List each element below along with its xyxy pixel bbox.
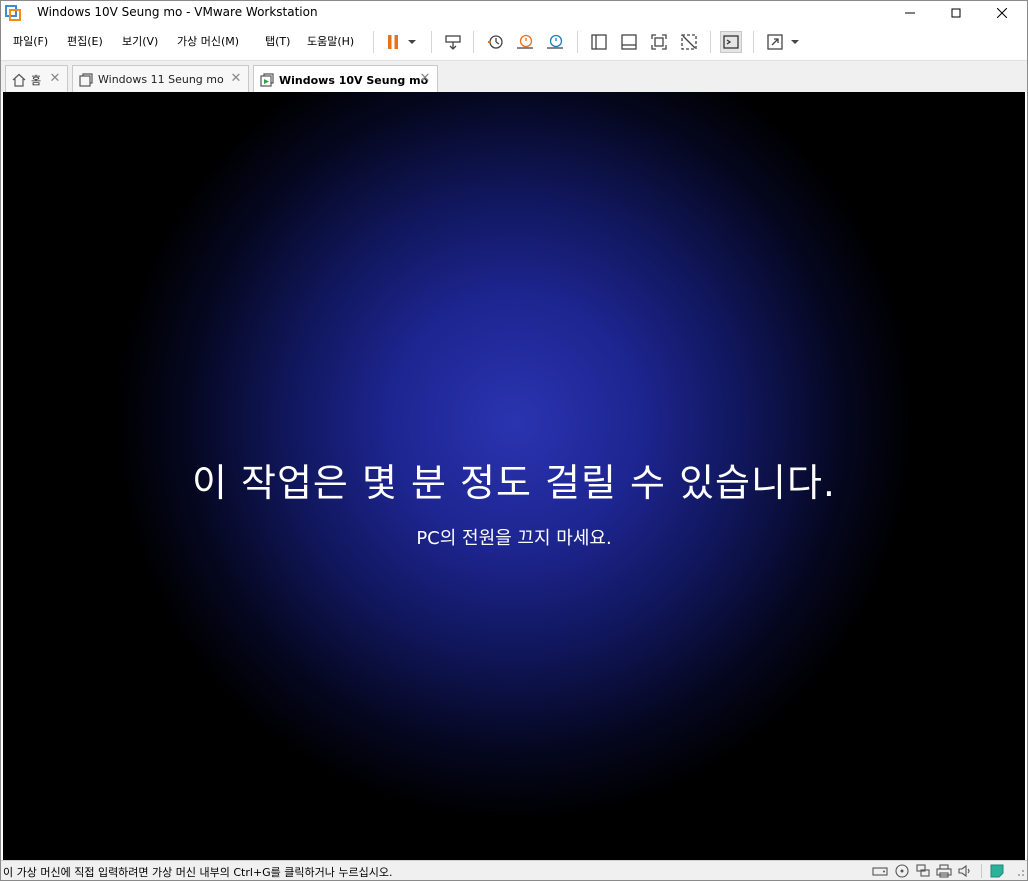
network-adapter-icon[interactable] [915, 864, 931, 878]
vm-console[interactable]: 이 작업은 몇 분 정도 걸릴 수 있습니다. PC의 전원을 끄지 마세요. [3, 92, 1025, 860]
close-icon[interactable]: ✕ [49, 72, 61, 85]
sound-card-icon[interactable] [957, 864, 973, 878]
vmware-app-icon [5, 5, 21, 21]
pause-icon[interactable] [382, 31, 404, 53]
tab-label: Windows 10V Seung mo [279, 73, 429, 87]
status-separator [981, 864, 982, 878]
menu-help[interactable]: 도움말(H) [307, 33, 354, 49]
status-bar: 이 가상 머신에 직접 입력하려면 가상 머신 내부의 Ctrl+G를 클릭하거… [1, 860, 1027, 880]
toolbar-separator [373, 31, 374, 53]
close-icon[interactable]: ✕ [419, 72, 431, 85]
power-dropdown-chevron-icon[interactable] [404, 31, 420, 53]
tab-label: Windows 11 Seung mo [98, 73, 224, 86]
tab-home[interactable]: 홈 ✕ [5, 65, 68, 93]
printer-icon[interactable] [936, 864, 952, 878]
close-button[interactable] [979, 1, 1025, 25]
minimize-button[interactable] [887, 1, 933, 25]
vmware-window: Windows 10V Seung mo - VMware Workstatio… [0, 0, 1028, 881]
message-log-icon[interactable] [989, 864, 1005, 878]
toolbar-separator [577, 31, 578, 53]
tab-label: 홈 [31, 73, 42, 87]
toolbar-separator [710, 31, 711, 53]
vm-update-subheading: PC의 전원을 끄지 마세요. [416, 528, 612, 549]
stretch-guest-icon[interactable] [764, 31, 786, 53]
full-screen-icon[interactable] [648, 31, 670, 53]
show-thumbnail-bar-icon[interactable] [618, 31, 640, 53]
menu-file[interactable]: 파일(F) [13, 33, 48, 49]
window-title: Windows 10V Seung mo - VMware Workstatio… [37, 5, 318, 19]
cd-dvd-icon[interactable] [894, 864, 910, 878]
snapshot-manager-icon[interactable] [544, 31, 566, 53]
tab-windows-11[interactable]: Windows 11 Seung mo ✕ [72, 65, 249, 93]
unity-mode-icon[interactable] [678, 31, 700, 53]
menu-edit[interactable]: 편집(E) [67, 33, 103, 49]
status-message: 이 가상 머신에 직접 입력하려면 가상 머신 내부의 Ctrl+G를 클릭하거… [3, 866, 393, 879]
toolbar-separator [473, 31, 474, 53]
hard-disk-icon[interactable] [872, 864, 888, 878]
toolbar-separator [431, 31, 432, 53]
home-icon [12, 73, 26, 87]
maximize-button[interactable] [933, 1, 979, 25]
tab-windows-10v[interactable]: Windows 10V Seung mo ✕ [253, 65, 438, 94]
send-ctrl-alt-del-icon[interactable] [442, 31, 464, 53]
revert-snapshot-icon[interactable] [514, 31, 536, 53]
close-icon[interactable]: ✕ [230, 72, 242, 85]
toolbar-separator [753, 31, 754, 53]
vm-icon [79, 72, 93, 87]
take-snapshot-icon[interactable] [484, 31, 506, 53]
stretch-dropdown-chevron-icon[interactable] [787, 31, 803, 53]
show-library-icon[interactable] [588, 31, 610, 53]
vm-update-heading: 이 작업은 몇 분 정도 걸릴 수 있습니다. [191, 461, 837, 505]
menu-toolbar: 파일(F) 편집(E) 보기(V) 가상 머신(M) 탭(T) 도움말(H) [1, 27, 1027, 57]
tab-strip: 홈 ✕ Windows 11 Seung mo ✕ Windows 10V Se… [1, 60, 1027, 94]
console-view-icon[interactable] [720, 31, 742, 53]
vm-running-icon [260, 73, 274, 87]
title-bar: Windows 10V Seung mo - VMware Workstatio… [1, 1, 1027, 25]
menu-vm[interactable]: 가상 머신(M) [177, 33, 239, 49]
resize-grip-icon[interactable] [1011, 864, 1027, 878]
menu-tabs[interactable]: 탭(T) [265, 33, 290, 49]
menu-view[interactable]: 보기(V) [122, 33, 158, 49]
